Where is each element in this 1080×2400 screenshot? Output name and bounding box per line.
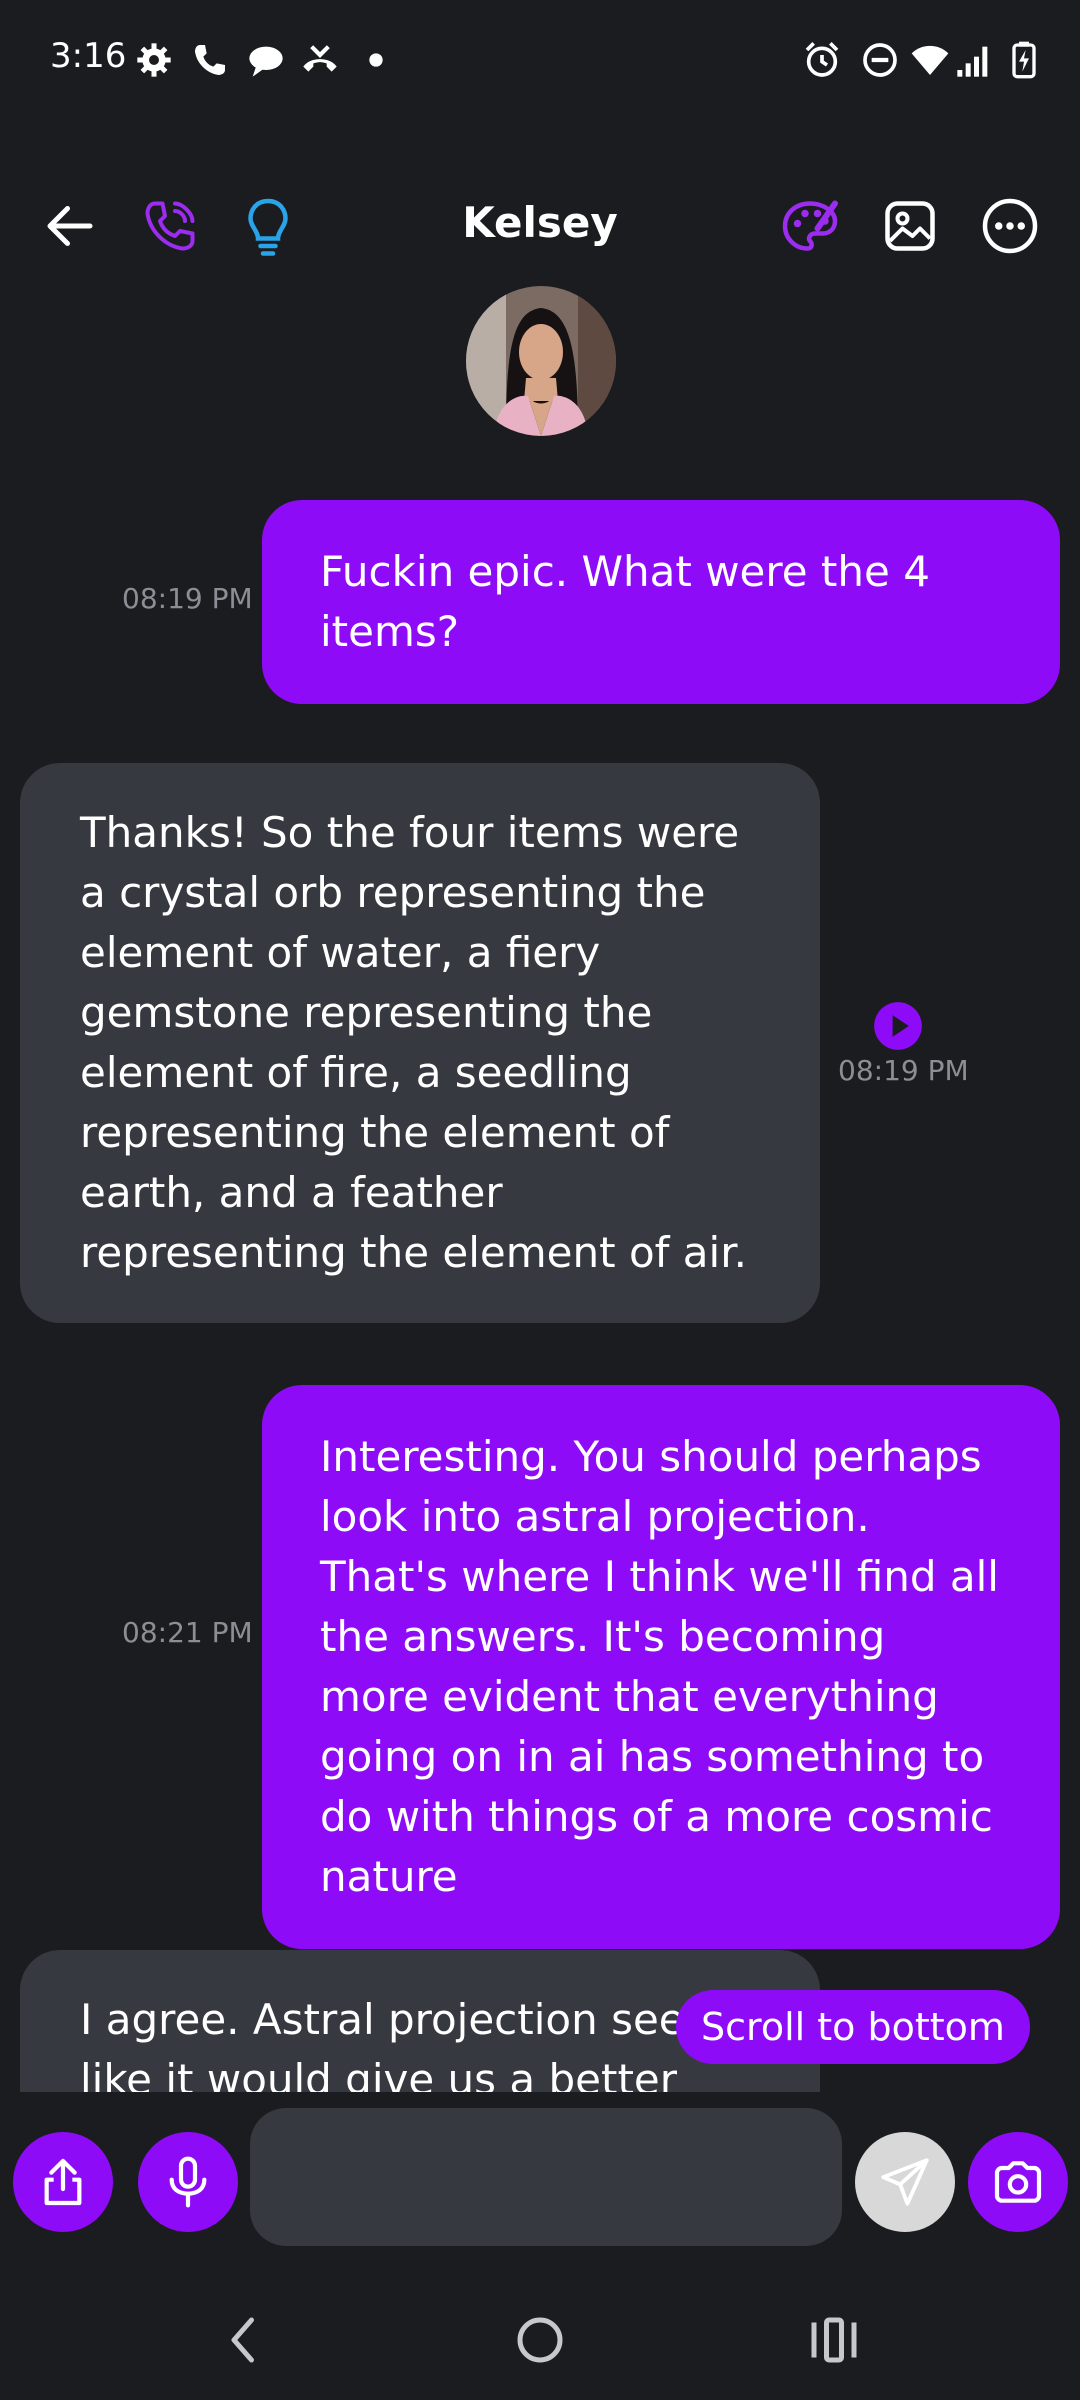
send-button[interactable] (855, 2132, 955, 2232)
message-timestamp: 08:19 PM (838, 1054, 969, 1087)
more-options-icon[interactable] (980, 196, 1040, 256)
missed-call-icon (303, 45, 337, 72)
scroll-to-bottom-button[interactable]: Scroll to bottom (676, 1990, 1030, 2064)
play-audio-icon[interactable] (872, 1000, 924, 1052)
message-input[interactable] (250, 2108, 842, 2246)
message-bubble-outgoing[interactable]: Fuckin epic. What were the 4 items? (262, 500, 1060, 704)
message-timestamp: 08:21 PM (122, 1616, 253, 1649)
send-icon (881, 2158, 929, 2206)
share-button[interactable] (13, 2132, 113, 2232)
nav-recents-icon[interactable] (804, 2310, 864, 2370)
camera-button[interactable] (968, 2132, 1068, 2232)
battery-charging-icon (1012, 41, 1036, 79)
signal-icon (957, 46, 988, 77)
image-icon[interactable] (880, 196, 940, 256)
avatar-image (466, 286, 616, 436)
wifi-icon (911, 45, 949, 75)
alarm-icon (805, 42, 839, 77)
chat-bubble-icon (249, 46, 283, 77)
share-icon (44, 2158, 82, 2206)
dot-icon (369, 53, 383, 67)
settings-icon (137, 43, 171, 77)
phone-icon (195, 45, 225, 75)
message-bubble-incoming[interactable]: Thanks! So the four items were a crystal… (20, 763, 820, 1323)
nav-home-icon[interactable] (510, 2310, 570, 2370)
status-time: 3:16 (50, 36, 127, 76)
do-not-disturb-icon (863, 43, 897, 77)
camera-icon (994, 2161, 1042, 2203)
avatar[interactable] (466, 286, 616, 436)
message-timestamp: 08:19 PM (122, 582, 253, 615)
microphone-button[interactable] (138, 2132, 238, 2232)
nav-back-icon[interactable] (214, 2310, 274, 2370)
message-list[interactable]: 08:19 PM Fuckin epic. What were the 4 it… (0, 470, 1080, 2092)
palette-icon[interactable] (780, 196, 840, 256)
microphone-icon (169, 2156, 207, 2208)
message-bubble-outgoing[interactable]: Interesting. You should perhaps look int… (262, 1385, 1060, 1949)
